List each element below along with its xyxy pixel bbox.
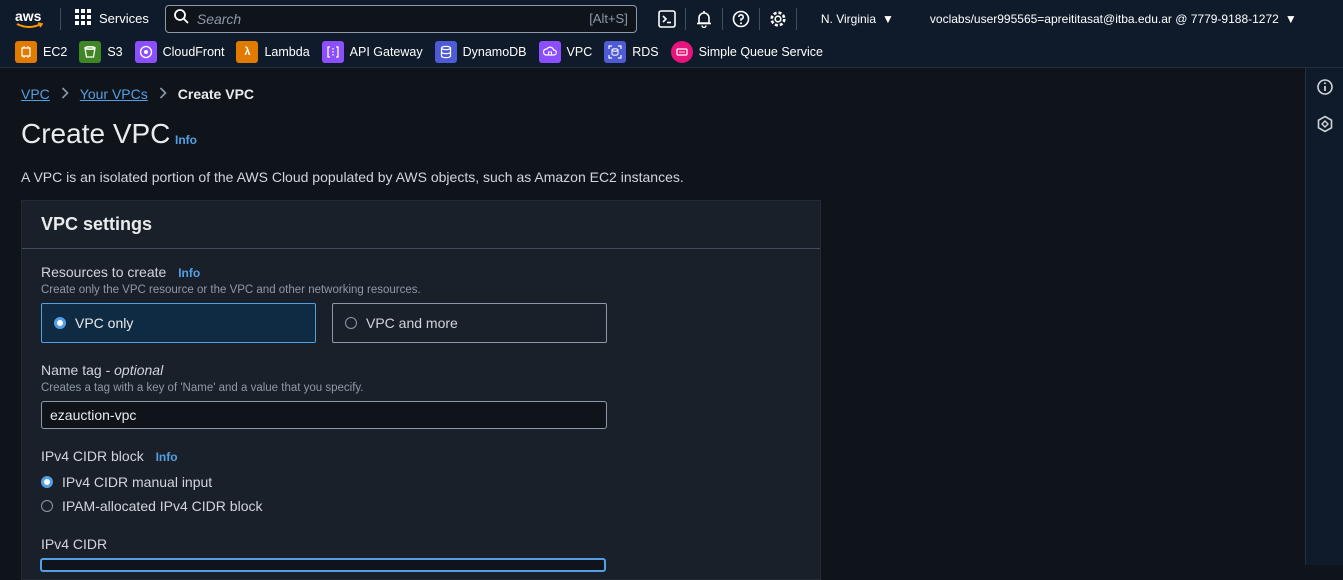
api-gateway-icon <box>321 41 344 63</box>
favorite-label: VPC <box>566 45 593 59</box>
search-icon <box>173 8 189 29</box>
favorite-vpc[interactable]: VPC <box>538 41 593 63</box>
search-input[interactable]: Search [Alt+S] <box>164 4 637 33</box>
favorite-label: API Gateway <box>349 45 423 59</box>
breadcrumb-current: Create VPC <box>177 86 255 102</box>
services-button[interactable]: Services <box>69 9 155 28</box>
cidr-label: IPv4 CIDR <box>41 536 108 552</box>
name-tag-value: ezauction-vpc <box>50 407 137 423</box>
search-placeholder: Search <box>196 10 242 27</box>
breadcrumb: VPC Your VPCs Create VPC <box>21 86 254 102</box>
chevron-right-icon <box>61 86 69 102</box>
breadcrumb-vpc-link[interactable]: VPC <box>21 86 50 102</box>
panel-title: VPC settings <box>41 214 153 234</box>
name-tag-input[interactable]: ezauction-vpc <box>41 401 607 429</box>
favorite-label: Lambda <box>264 45 310 59</box>
vpc-and-more-tile[interactable]: VPC and more <box>332 303 607 343</box>
gear-icon[interactable] <box>760 0 796 37</box>
favorite-label: DynamoDB <box>462 45 527 59</box>
favorite-label: Simple Queue Service <box>698 45 824 59</box>
page-description: A VPC is an isolated portion of the AWS … <box>21 169 684 185</box>
favorites-bar: EC2 S3 CloudFront λ Lambda API Gateway D… <box>0 37 1343 68</box>
top-navigation: aws Services Search [Alt+S] N. Virginia … <box>0 0 1343 37</box>
vpc-and-more-label: VPC and more <box>366 315 458 331</box>
favorite-label: CloudFront <box>162 45 225 59</box>
resources-label: Resources to create Info <box>41 264 200 280</box>
resources-label-text: Resources to create <box>41 264 167 280</box>
account-label: voclabs/user995565=apreititasat@itba.edu… <box>929 11 1279 26</box>
vpc-only-tile[interactable]: VPC only <box>41 303 316 343</box>
cidr-ipam-option[interactable]: IPAM-allocated IPv4 CIDR block <box>41 498 262 514</box>
favorite-lambda[interactable]: λ Lambda <box>236 41 310 63</box>
name-tag-label: Name tag - optional <box>41 362 163 378</box>
caret-down-icon: ▼ <box>882 11 894 26</box>
favorite-dynamodb[interactable]: DynamoDB <box>434 41 527 63</box>
feedback-hexagon-icon[interactable] <box>1306 105 1343 142</box>
name-tag-label-text: Name tag - <box>41 362 115 378</box>
cidr-block-info-link[interactable]: Info <box>156 450 178 464</box>
name-tag-optional: optional <box>114 362 164 378</box>
nav-divider <box>795 7 797 30</box>
radio-unselected-icon <box>345 317 357 329</box>
vpc-only-label: VPC only <box>75 315 134 331</box>
dynamodb-icon <box>434 41 457 63</box>
lambda-icon: λ <box>236 41 259 63</box>
favorite-rds[interactable]: RDS <box>604 41 659 63</box>
region-selector[interactable]: N. Virginia ▼ <box>821 12 894 26</box>
breadcrumb-your-vpcs-link[interactable]: Your VPCs <box>80 86 148 102</box>
info-panel-icon[interactable] <box>1306 68 1343 105</box>
favorite-label: RDS <box>632 45 659 59</box>
right-rail <box>1305 68 1343 565</box>
services-label: Services <box>99 11 149 26</box>
cloudshell-icon[interactable] <box>649 0 685 37</box>
name-tag-hint: Creates a tag with a key of 'Name' and a… <box>41 382 364 394</box>
cidr-manual-option[interactable]: IPv4 CIDR manual input <box>41 474 212 490</box>
cidr-manual-label: IPv4 CIDR manual input <box>62 474 213 490</box>
favorite-label: S3 <box>107 45 123 59</box>
cidr-input[interactable] <box>40 558 606 572</box>
resources-hint: Create only the VPC resource or the VPC … <box>41 284 421 296</box>
favorite-api-gateway[interactable]: API Gateway <box>321 41 423 63</box>
account-menu[interactable]: voclabs/user995565=apreititasat@itba.edu… <box>930 12 1297 26</box>
favorite-sqs[interactable]: Simple Queue Service <box>670 41 824 63</box>
ec2-icon <box>15 41 37 63</box>
cloudfront-icon <box>134 41 157 63</box>
radio-unselected-icon <box>41 500 53 512</box>
rds-icon <box>604 41 627 63</box>
svg-text:aws: aws <box>15 8 42 24</box>
favorite-label: EC2 <box>43 45 68 59</box>
vpc-icon <box>538 41 561 63</box>
panel-header: VPC settings <box>22 201 820 249</box>
grid-icon <box>75 9 91 28</box>
chevron-right-icon <box>159 86 167 102</box>
help-icon[interactable] <box>723 0 759 37</box>
nav-divider <box>60 7 61 30</box>
sqs-icon <box>670 41 693 63</box>
title-info-link[interactable]: Info <box>175 133 197 147</box>
bell-icon[interactable] <box>686 0 722 37</box>
cidr-ipam-label: IPAM-allocated IPv4 CIDR block <box>62 498 263 514</box>
resources-info-link[interactable]: Info <box>178 266 200 280</box>
favorite-cloudfront[interactable]: CloudFront <box>134 41 225 63</box>
s3-icon <box>79 41 102 63</box>
radio-selected-icon <box>54 317 66 329</box>
search-shortcut: [Alt+S] <box>589 11 628 26</box>
favorite-s3[interactable]: S3 <box>79 41 123 63</box>
region-label: N. Virginia <box>820 11 876 26</box>
cidr-block-label: IPv4 CIDR block Info <box>41 448 178 464</box>
aws-logo[interactable]: aws <box>8 0 52 37</box>
radio-selected-icon <box>41 476 53 488</box>
page-title: Create VPC <box>21 118 171 149</box>
caret-down-icon: ▼ <box>1284 11 1297 26</box>
cidr-block-label-text: IPv4 CIDR block <box>41 448 144 464</box>
favorite-ec2[interactable]: EC2 <box>15 41 67 63</box>
